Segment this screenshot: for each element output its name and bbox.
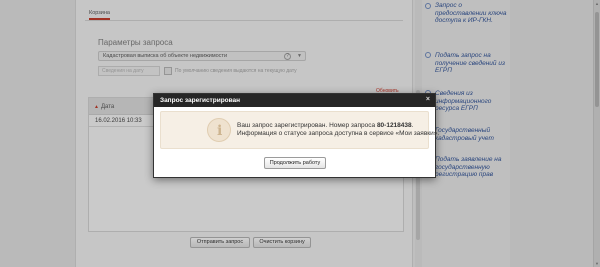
close-icon[interactable]: × <box>426 96 430 103</box>
message-line1-suffix: . <box>411 122 414 129</box>
dialog-header: Запрос зарегистрирован × <box>154 94 435 107</box>
info-icon: i <box>207 118 231 142</box>
message-line1-prefix: Ваш запрос зарегистрирован. Номер запрос… <box>237 122 377 129</box>
dialog-message: Ваш запрос зарегистрирован. Номер запрос… <box>237 122 439 138</box>
request-number: 80-1218438 <box>376 122 412 129</box>
request-registered-dialog: Запрос зарегистрирован × i Ваш запрос за… <box>153 93 439 178</box>
message-line2: Информация о статусе запроса доступна в … <box>237 130 440 137</box>
continue-button[interactable]: Продолжить работу <box>264 157 326 169</box>
dialog-message-box: i Ваш запрос зарегистрирован. Номер запр… <box>160 111 439 149</box>
dialog-title: Запрос зарегистрирован <box>160 97 241 104</box>
info-glyph: i <box>217 123 223 139</box>
